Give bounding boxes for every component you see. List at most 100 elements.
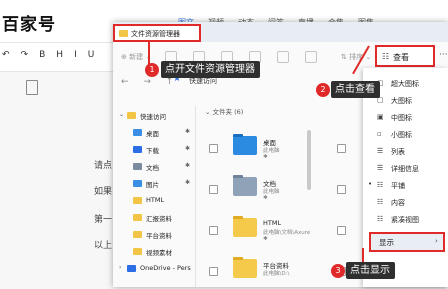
menu-item-label: 平铺: [391, 182, 405, 190]
format-button[interactable]: H: [56, 50, 64, 60]
folder-path: 此电脑\文档\Axure: [263, 230, 311, 236]
format-tools: ↶ ↷ B H I U: [2, 50, 105, 60]
view-button[interactable]: ☷ 查看: [375, 45, 435, 67]
sidebar-item[interactable]: 文档 ✱: [113, 159, 193, 175]
menu-item[interactable]: ☰ 详细信息: [363, 161, 448, 177]
sidebar-label: 图片: [146, 181, 159, 189]
sidebar-label: 桌面: [146, 130, 159, 138]
share-icon[interactable]: [277, 51, 289, 63]
sidebar-label: OneDrive - Pers: [140, 264, 191, 272]
folder-icon: [133, 180, 142, 187]
row-checkbox[interactable]: [337, 185, 346, 194]
sort-button[interactable]: ⇅ 排序 ⌄: [341, 52, 371, 62]
menu-item[interactable]: ☷ 紧凑视图: [363, 212, 448, 228]
show-label: 显示: [379, 238, 394, 247]
sidebar-item[interactable]: 图片 ✱: [113, 176, 193, 192]
pin-icon: ✱: [185, 145, 191, 152]
folder-icon: [127, 265, 136, 272]
view-mode-icon: ☷: [377, 198, 384, 206]
menu-item-label: 内容: [391, 199, 405, 207]
menu-item-label: 超大图标: [391, 80, 419, 88]
more-icon[interactable]: ···: [439, 50, 448, 60]
menu-item-label: 大图标: [391, 97, 412, 105]
connector-line: [362, 248, 364, 262]
chevron-right-icon: ›: [435, 237, 438, 245]
sidebar-item[interactable]: 汇报资料: [113, 210, 193, 226]
folder-path: 此电脑\D:\: [263, 271, 290, 277]
menu-item-label: 紧凑视图: [391, 216, 419, 224]
chevron-icon[interactable]: ⌄: [119, 111, 124, 118]
step-badge: 3: [331, 264, 345, 278]
folder-icon: [133, 214, 142, 221]
pin-icon: ✱: [263, 236, 268, 242]
menu-item-label: 详细信息: [391, 165, 419, 173]
sidebar-label: HTML: [146, 196, 165, 204]
body-line: 请点: [94, 161, 113, 171]
pin-icon: ✱: [263, 154, 268, 160]
folder-icon: [133, 248, 142, 255]
sidebar-item[interactable]: 下载 ✱: [113, 142, 193, 158]
folder-name: HTML: [263, 219, 282, 227]
explorer-tab[interactable]: 文件资源管理器: [113, 24, 201, 42]
menu-item[interactable]: ☷ 内容: [363, 195, 448, 211]
view-mode-icon: ☰: [377, 147, 384, 155]
menu-item[interactable]: ▫ 小图标: [363, 127, 448, 143]
step-badge: 2: [316, 83, 330, 97]
sidebar-item[interactable]: 视频素材: [113, 244, 193, 260]
connector-line: [148, 42, 150, 64]
sidebar-item[interactable]: HTML: [113, 193, 193, 209]
sidebar-item[interactable]: 平台资料: [113, 227, 193, 243]
folder-icon: [133, 163, 142, 170]
menu-item-show[interactable]: 显示 ›: [369, 232, 445, 252]
section-header[interactable]: ⌄ 文件夹 (6): [205, 106, 243, 116]
format-button[interactable]: ↶: [2, 50, 11, 60]
document-icon: [26, 80, 38, 95]
format-button[interactable]: U: [88, 50, 96, 60]
row-checkbox[interactable]: [337, 226, 346, 235]
view-mode-icon: ☰: [377, 164, 384, 172]
sidebar-label: 快速访问: [140, 113, 166, 121]
chevron-icon[interactable]: ›: [119, 264, 121, 271]
folder-icon: [133, 197, 142, 204]
row-checkbox[interactable]: [209, 226, 218, 235]
folder-path: 此电脑: [263, 148, 280, 154]
menu-item-label: 中图标: [391, 114, 412, 122]
view-mode-icon: ▣: [377, 113, 384, 121]
window-title: 文件资源管理器: [131, 30, 180, 38]
pin-icon: ✱: [263, 195, 268, 201]
callout-1: 点开文件资源管理器: [161, 61, 260, 78]
folder-icon: [133, 231, 142, 238]
sidebar-item[interactable]: 桌面 ✱: [113, 125, 193, 141]
view-label: 查看: [393, 53, 409, 62]
folder-icon: [233, 257, 257, 278]
format-button[interactable]: B: [39, 50, 46, 60]
body-line: 以上: [94, 241, 113, 251]
menu-item-label: 小图标: [391, 131, 412, 139]
delete-icon[interactable]: [305, 51, 317, 63]
view-icon: ☷: [382, 52, 390, 61]
pin-icon: ✱: [185, 128, 191, 135]
sidebar-label: 视频素材: [146, 249, 172, 257]
sidebar-label: 下载: [146, 147, 159, 155]
row-checkbox[interactable]: [337, 144, 346, 153]
menu-item[interactable]: ☰ 列表: [363, 144, 448, 160]
format-button[interactable]: ↷: [21, 50, 30, 60]
folder-icon: [233, 216, 257, 237]
folder-icon: [119, 30, 128, 37]
callout-2: 点击查看: [331, 81, 380, 98]
format-button[interactable]: I: [74, 50, 78, 60]
site-logo[interactable]: 百家号: [2, 10, 56, 35]
sidebar-item[interactable]: › OneDrive - Pers: [113, 261, 193, 277]
sidebar-label: 汇报资料: [146, 215, 172, 223]
step-badge: 1: [145, 63, 159, 77]
row-checkbox[interactable]: [209, 144, 218, 153]
row-checkbox[interactable]: [209, 185, 218, 194]
menu-item[interactable]: • ☷ 平铺: [363, 178, 448, 194]
sidebar-label: 平台资料: [146, 232, 172, 240]
row-checkbox[interactable]: [209, 267, 218, 276]
body-line: 第一: [94, 215, 113, 225]
body-line: 如果: [94, 187, 113, 197]
new-button[interactable]: ⊕ 新建 ⌄: [121, 52, 151, 62]
sidebar-item[interactable]: ⌄ 快速访问: [113, 108, 193, 124]
menu-item[interactable]: ▣ 中图标: [363, 110, 448, 126]
